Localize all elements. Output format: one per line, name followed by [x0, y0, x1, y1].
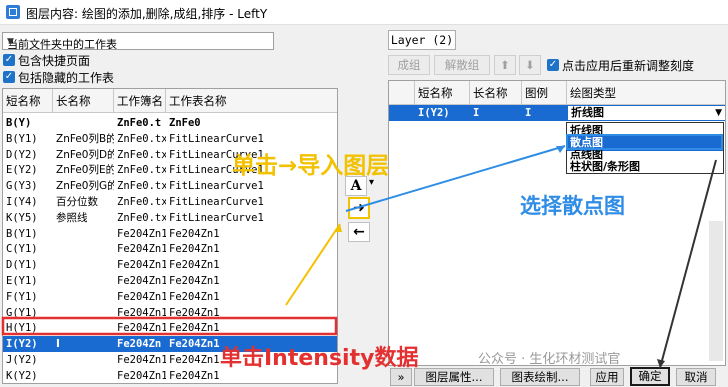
yellow-arrow-lower [285, 223, 341, 306]
annotation-choose-scatter: 选择散点图 [520, 194, 625, 218]
watermark: 公众号 · 生化环材测试官 [478, 352, 621, 367]
black-arrow-line [659, 159, 717, 369]
scatter-option-highlight [566, 134, 723, 150]
blue-arrowhead [556, 146, 565, 153]
intensity-row-highlight [1, 316, 338, 336]
annotation-click-intensity: 单击Intensity数据 [220, 346, 419, 371]
annotation-import-layer: 单击→导入图层 [232, 153, 390, 179]
